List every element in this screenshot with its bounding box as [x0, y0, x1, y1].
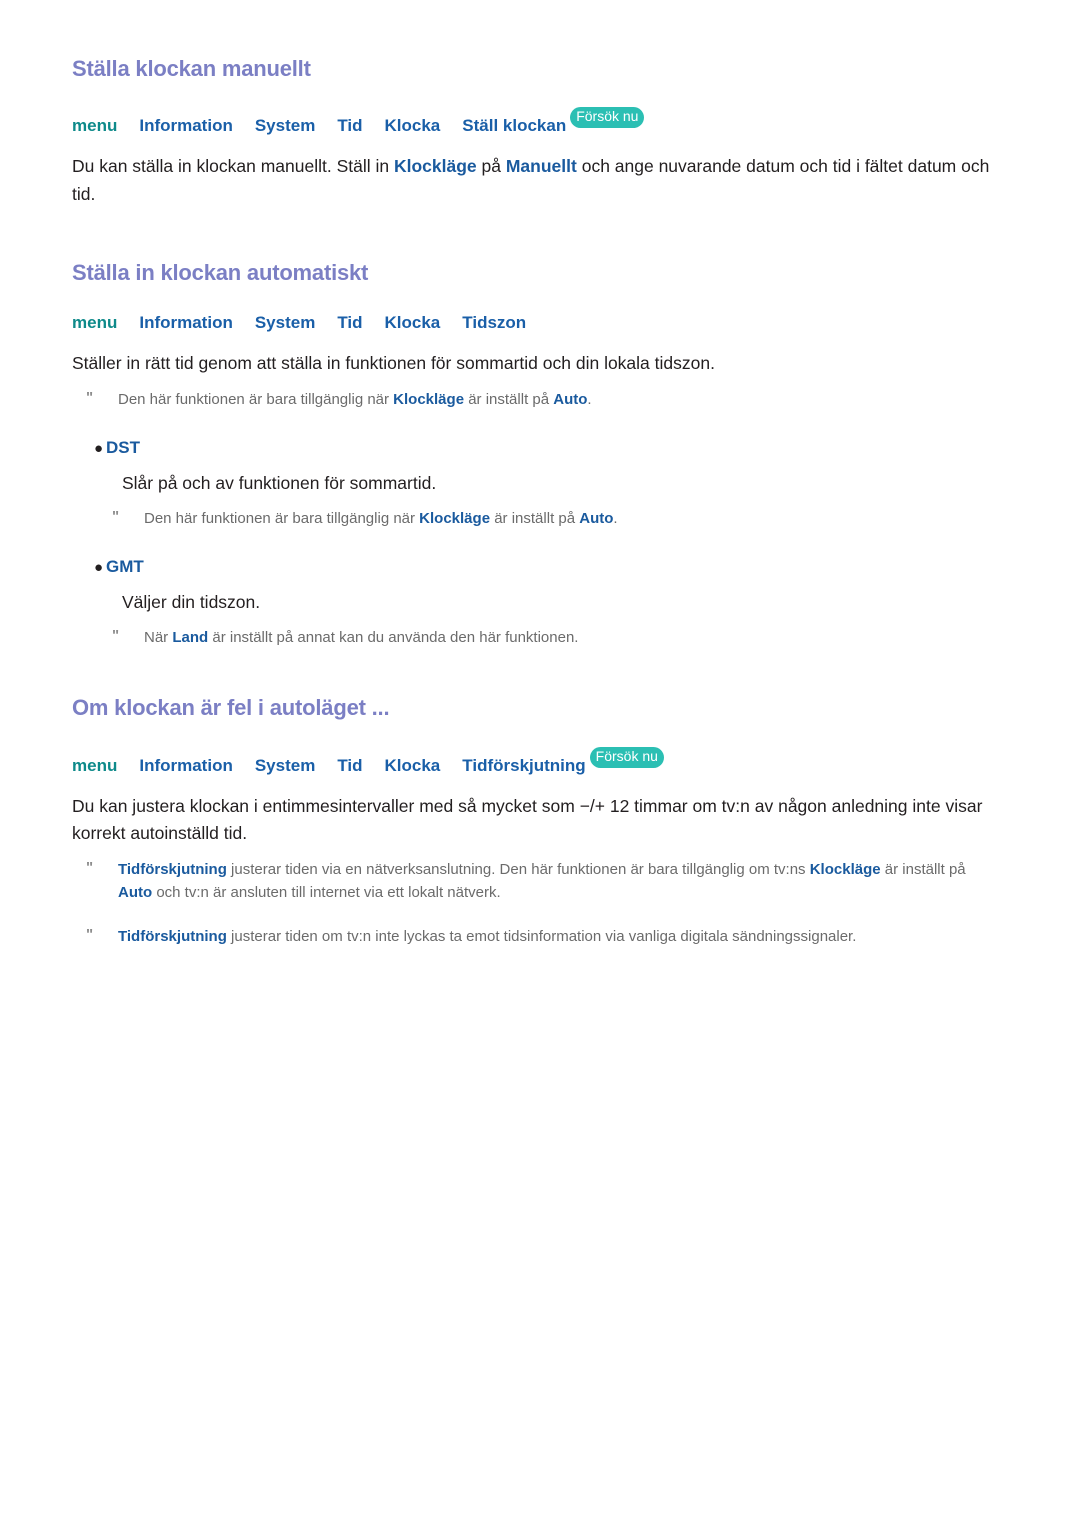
note-text-post: .	[613, 510, 618, 528]
section-1-paragraph: Du kan ställa in klockan manuellt. Ställ…	[72, 153, 992, 207]
section-2-paragraph: Ställer in rätt tid genom att ställa in …	[72, 353, 715, 374]
emphasis-manuellt: Manuellt	[505, 156, 577, 177]
note-text: När Land är inställt på annat kan du anv…	[144, 627, 1008, 650]
emphasis-klocklage: Klockläge	[393, 391, 465, 409]
note-quote-icon: "	[112, 508, 120, 526]
page-title-2: Ställa in klockan automatiskt	[72, 259, 369, 285]
breadcrumb-item-system[interactable]: System	[255, 116, 315, 135]
emphasis-land: Land	[172, 628, 209, 646]
section-om-klockan-ar-fel: Om klockan är fel i autoläget ... menu In…	[72, 695, 1008, 948]
note-text-post: .	[587, 391, 592, 409]
breadcrumb-item-tidforskjutning[interactable]: Tidförskjutning	[462, 756, 585, 775]
note-row: " Den här funktionen är bara tillgänglig…	[72, 508, 1008, 531]
breadcrumb-item-system[interactable]: System	[255, 756, 315, 775]
breadcrumb-1: menu Information System Tid Klocka Ställ kloc…	[72, 107, 1008, 137]
section-stalla-klockan-manuellt: Ställa klockan manuellt menu Information S…	[72, 56, 1008, 208]
breadcrumb-item-klocka[interactable]: Klocka	[385, 116, 441, 135]
breadcrumb-item-menu[interactable]: menu	[72, 756, 117, 775]
note-text: Tidförskjutning justerar tiden om tv:n i…	[118, 926, 990, 949]
note-text: Den här funktionen är bara tillgänglig n…	[144, 508, 1008, 531]
note-text-pre: Den här funktionen är bara tillgänglig n…	[144, 510, 420, 528]
breadcrumb-item-tid[interactable]: Tid	[337, 756, 362, 775]
emphasis-auto: Auto	[553, 391, 588, 409]
note-quote-icon: "	[86, 859, 94, 877]
note-text-mid: är inställt på annat kan du använda den …	[208, 628, 579, 646]
bullet-label-gmt: GMT	[106, 556, 144, 576]
note-text-pre: justerar tiden om tv:n inte lyckas ta em…	[226, 928, 857, 946]
breadcrumb-item-menu[interactable]: menu	[72, 313, 117, 332]
breadcrumb-item-information[interactable]: Information	[139, 756, 233, 775]
note-row: " Tidförskjutning justerar tiden om tv:n…	[72, 926, 1008, 949]
note-quote-icon: "	[86, 389, 94, 407]
note-row: " Den här funktionen är bara tillgänglig…	[72, 389, 1008, 412]
note-text-mid: är inställt på	[490, 510, 580, 528]
breadcrumb-item-tid[interactable]: Tid	[337, 313, 362, 332]
note-text-pre: justerar tiden via en nätverksanslutning…	[226, 861, 810, 879]
list-item: ● GMT	[72, 557, 1008, 577]
emphasis-tidforskjutning: Tidförskjutning	[118, 928, 227, 946]
note-text-pre: Den här funktionen är bara tillgänglig n…	[118, 391, 394, 409]
breadcrumb-2: menu Information System Tid Klocka Tidszon	[72, 312, 1008, 334]
breadcrumb-item-tidszon[interactable]: Tidszon	[462, 313, 526, 332]
list-item: ● DST	[72, 438, 1008, 458]
breadcrumb-item-klocka[interactable]: Klocka	[385, 313, 441, 332]
note-text-mid: är inställt på	[880, 861, 966, 879]
breadcrumb-item-system[interactable]: System	[255, 313, 315, 332]
note-text-pre: När	[144, 628, 173, 646]
breadcrumb-item-tid[interactable]: Tid	[337, 116, 362, 135]
bullet-description-gmt: Väljer din tidszon.	[122, 591, 261, 612]
bullet-dot-icon: ●	[94, 558, 104, 576]
emphasis-klocklage: Klockläge	[809, 861, 881, 879]
breadcrumb-item-klocka[interactable]: Klocka	[385, 756, 441, 775]
breadcrumb-item-information[interactable]: Information	[139, 116, 233, 135]
bullet-dot-icon: ●	[94, 439, 104, 457]
note-row: " Tidförskjutning justerar tiden via en …	[72, 859, 1008, 904]
note-quote-icon: "	[112, 626, 120, 644]
emphasis-klocklage: Klockläge	[419, 510, 491, 528]
bullet-description-dst: Slår på och av funktionen för sommartid.	[122, 472, 437, 493]
section-stalla-in-klockan-automatiskt: Ställa in klockan automatiskt menu Inform…	[72, 260, 1008, 650]
breadcrumb-item-menu[interactable]: menu	[72, 116, 117, 135]
try-now-badge-1[interactable]: Försök nu	[570, 107, 645, 129]
emphasis-klocklage: Klockläge	[393, 156, 477, 177]
note-text-mid: är inställt på	[464, 391, 554, 409]
note-text-post: och tv:n är ansluten till internet via e…	[152, 883, 501, 901]
note-quote-icon: "	[86, 926, 94, 944]
paragraph-text-mid: på	[476, 156, 506, 177]
bullet-label-dst: DST	[106, 437, 140, 457]
note-text: Tidförskjutning justerar tiden via en nä…	[118, 859, 990, 904]
emphasis-auto: Auto	[579, 510, 614, 528]
document-page: Ställa klockan manuellt menu Information S…	[0, 0, 1080, 949]
breadcrumb-item-stall-klockan[interactable]: Ställ klockan	[462, 116, 566, 135]
page-title-1: Ställa klockan manuellt	[72, 56, 311, 81]
emphasis-auto: Auto	[118, 883, 153, 901]
note-text: Den här funktionen är bara tillgänglig n…	[118, 389, 990, 412]
breadcrumb-3: menu Information System Tid Klocka Tidförskju…	[72, 746, 1008, 777]
page-title-3: Om klockan är fel i autoläget ...	[72, 695, 390, 721]
emphasis-tidforskjutning: Tidförskjutning	[118, 861, 227, 879]
note-row: " När Land är inställt på annat kan du a…	[72, 627, 1008, 650]
breadcrumb-item-information[interactable]: Information	[139, 313, 233, 332]
try-now-badge-2[interactable]: Försök nu	[589, 746, 664, 768]
section-3-paragraph: Du kan justera klockan i entimmesinterva…	[72, 795, 983, 843]
paragraph-text-pre: Du kan ställa in klockan manuellt. Ställ…	[72, 156, 394, 177]
